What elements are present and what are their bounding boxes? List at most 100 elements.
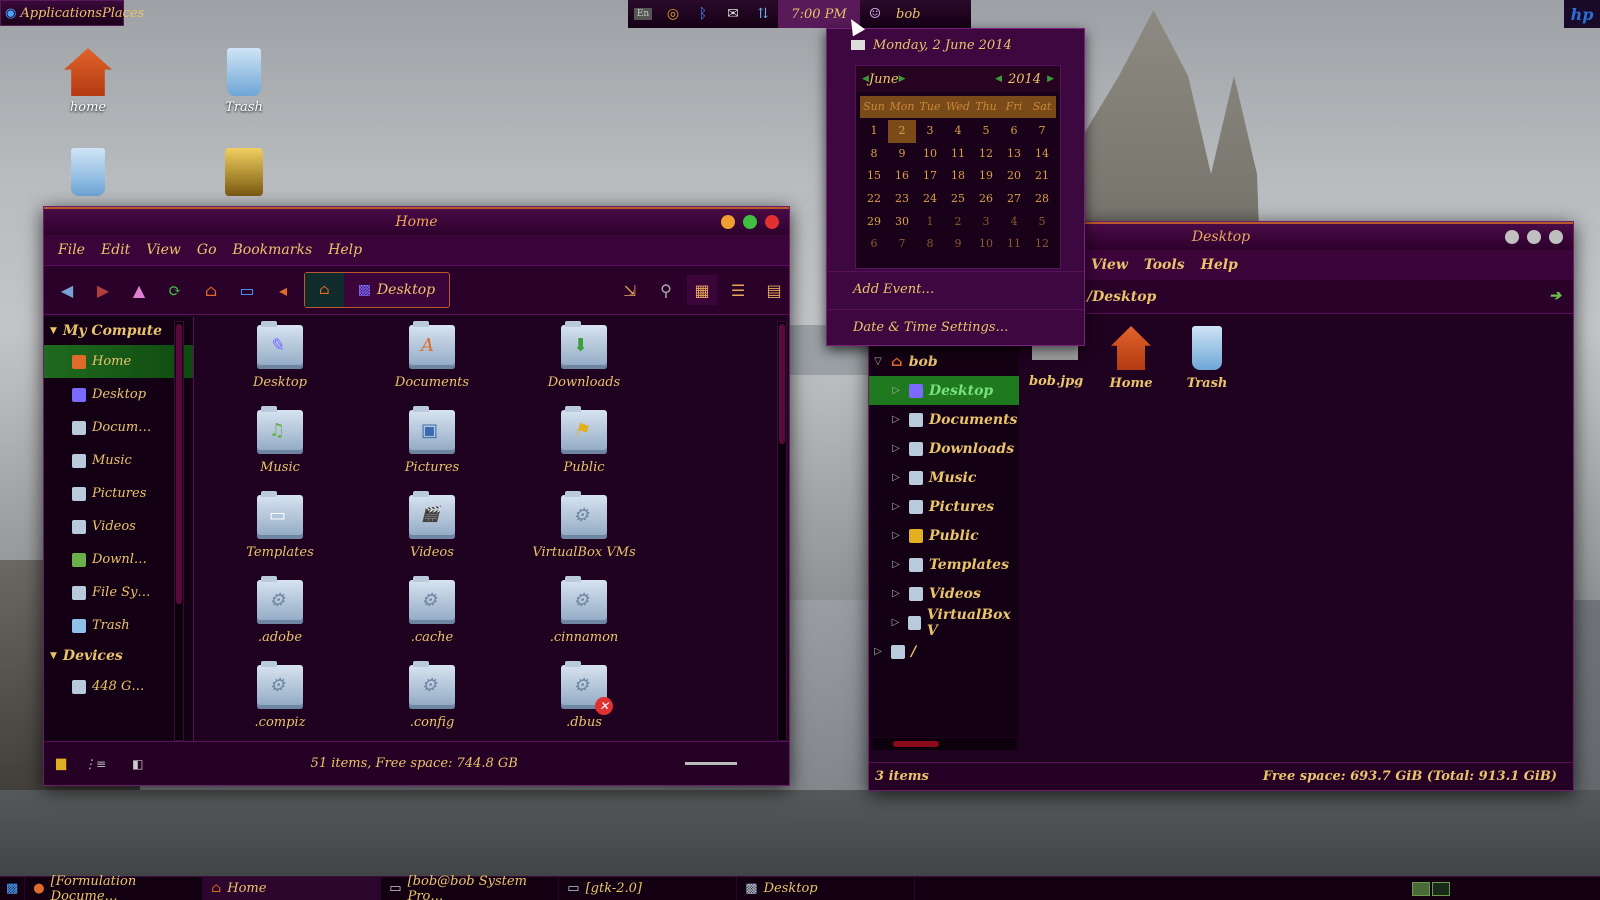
day-cell[interactable]: 5 [972, 120, 1000, 143]
up-icon[interactable]: ▲ [124, 275, 154, 305]
back-icon[interactable]: ◀ [52, 275, 82, 305]
list-view-icon[interactable]: ☰ [723, 275, 753, 305]
expand-icon[interactable]: ▽ [871, 356, 885, 367]
breadcrumb-desktop[interactable]: ▩ Desktop [344, 273, 449, 307]
user-name[interactable]: bob [890, 7, 920, 22]
keyboard-layout-icon[interactable]: En [628, 0, 658, 28]
day-cell[interactable]: 4 [944, 120, 972, 143]
day-cell[interactable]: 7 [888, 233, 916, 256]
menu-go[interactable]: Go [197, 242, 217, 258]
folder-downloads[interactable]: ⬇ Downloads [508, 321, 660, 390]
menu-help[interactable]: Help [1201, 257, 1238, 273]
folder-templates[interactable]: ▭ Templates [204, 491, 356, 560]
next-year-icon[interactable]: ▶ [1047, 74, 1054, 84]
file-trash[interactable]: Trash [1181, 326, 1233, 391]
tree-item-bob[interactable]: ▽ ⌂ bob [869, 347, 1019, 376]
day-cell[interactable]: 22 [860, 188, 888, 211]
day-cell[interactable]: 9 [944, 233, 972, 256]
folder-compiz[interactable]: ⚙ .compiz [204, 661, 356, 730]
tree-item-templates[interactable]: ▷ Templates [869, 550, 1019, 579]
sidebar-item-music[interactable]: Music [44, 444, 193, 477]
zoom-icon[interactable]: ⇲ [615, 275, 645, 305]
tree-item-downloads[interactable]: ▷ Downloads [869, 434, 1019, 463]
menu-edit[interactable]: Edit [101, 242, 130, 258]
sidebar-item-drive[interactable]: 448 G… [44, 670, 193, 703]
day-cell[interactable]: 16 [888, 165, 916, 188]
day-cell[interactable]: 2 [944, 211, 972, 234]
update-icon[interactable]: ◎ [658, 0, 688, 28]
hide-sidebar-icon[interactable]: ◧ [132, 757, 143, 771]
folder-music[interactable]: ♫ Music [204, 406, 356, 475]
show-tree-icon[interactable]: ⋮≡ [84, 757, 106, 771]
tree-item-pictures[interactable]: ▷ Pictures [869, 492, 1019, 521]
menu-view[interactable]: View [146, 242, 181, 258]
reload-icon[interactable]: ⟳ [160, 275, 190, 305]
day-cell[interactable]: 8 [916, 233, 944, 256]
taskbar-item-formulation[interactable]: ● [Formulation Docume… [25, 874, 204, 900]
day-cell[interactable]: 30 [888, 211, 916, 234]
folder-videos[interactable]: 🎬 Videos [356, 491, 508, 560]
expand-icon[interactable]: ▷ [889, 588, 903, 599]
desktop-icon-trash-2[interactable] [48, 148, 128, 200]
maximize-button[interactable] [743, 215, 757, 229]
taskbar-menu-button[interactable]: ▩ [0, 876, 26, 900]
workspace-1[interactable] [1412, 881, 1430, 896]
compact-view-icon[interactable]: ▤ [759, 275, 789, 305]
sidebar-item-desktop[interactable]: Desktop [44, 378, 193, 411]
close-button[interactable] [1549, 230, 1563, 244]
day-cell[interactable]: 13 [1000, 143, 1028, 166]
day-cell[interactable]: 18 [944, 165, 972, 188]
prev-month-icon[interactable]: ◀ [862, 74, 869, 84]
bluetooth-icon[interactable]: ᛒ [688, 0, 718, 28]
day-cell[interactable]: 27 [1000, 188, 1028, 211]
day-cell[interactable]: 5 [1028, 211, 1056, 234]
expand-icon[interactable]: ▷ [889, 443, 903, 454]
desktop-icon-trash[interactable]: Trash [204, 48, 284, 115]
sidebar-item-documents[interactable]: Docum… [44, 411, 193, 444]
sidebar-section-my-computer[interactable]: ▼ My Compute [44, 317, 193, 345]
day-cell[interactable]: 29 [860, 211, 888, 234]
add-event-link[interactable]: Add Event… [827, 271, 1084, 307]
workspace-2[interactable] [1432, 881, 1450, 896]
tree-item-virtualbox[interactable]: ▷ VirtualBox V [869, 607, 1019, 639]
tree-item-videos[interactable]: ▷ Videos [869, 579, 1019, 608]
day-cell[interactable]: 7 [1028, 120, 1056, 143]
menu-view[interactable]: View [1091, 257, 1128, 273]
expand-icon[interactable]: ▷ [889, 414, 903, 425]
day-cell[interactable]: 28 [1028, 188, 1056, 211]
menu-file[interactable]: File [58, 242, 85, 258]
folder-desktop[interactable]: ✎ Desktop [204, 321, 356, 390]
taskbar-item-home[interactable]: ⌂ Home [203, 876, 382, 900]
expand-icon[interactable]: ▷ [889, 617, 902, 628]
expand-icon[interactable]: ▷ [889, 559, 903, 570]
tree-item-root[interactable]: ▷ / [869, 637, 1019, 666]
network-icon[interactable]: ⇅ [748, 0, 778, 28]
folder-documents[interactable]: A Documents [356, 321, 508, 390]
menu-bookmarks[interactable]: Bookmarks [233, 242, 313, 258]
sidebar-item-pictures[interactable]: Pictures [44, 477, 193, 510]
zoom-slider[interactable] [685, 762, 737, 765]
day-cell[interactable]: 20 [1000, 165, 1028, 188]
sidebar-section-devices[interactable]: ▼ Devices [44, 642, 193, 670]
day-cell[interactable]: 10 [972, 233, 1000, 256]
maximize-button[interactable] [1527, 230, 1541, 244]
menu-help[interactable]: Help [328, 242, 362, 258]
day-cell[interactable]: 15 [860, 165, 888, 188]
day-cell[interactable]: 1 [860, 120, 888, 143]
close-button[interactable] [765, 215, 779, 229]
workspace-switcher[interactable] [1412, 881, 1450, 896]
day-cell[interactable]: 3 [916, 120, 944, 143]
expand-icon[interactable]: ▷ [889, 530, 903, 541]
day-cell[interactable]: 8 [860, 143, 888, 166]
day-cell[interactable]: 11 [944, 143, 972, 166]
day-cell[interactable]: 25 [944, 188, 972, 211]
day-cell[interactable]: 9 [888, 143, 916, 166]
desktop-icon-drive[interactable] [204, 148, 284, 200]
minimize-button[interactable] [1505, 230, 1519, 244]
home-icon[interactable]: ⌂ [196, 275, 226, 305]
expand-icon[interactable]: ▷ [871, 646, 885, 657]
taskbar-item-desktop[interactable]: ▩ Desktop [737, 876, 916, 900]
day-cell[interactable]: 24 [916, 188, 944, 211]
desktop-icon-home[interactable]: home [48, 48, 128, 115]
sidebar-item-downloads[interactable]: Downl… [44, 543, 193, 576]
